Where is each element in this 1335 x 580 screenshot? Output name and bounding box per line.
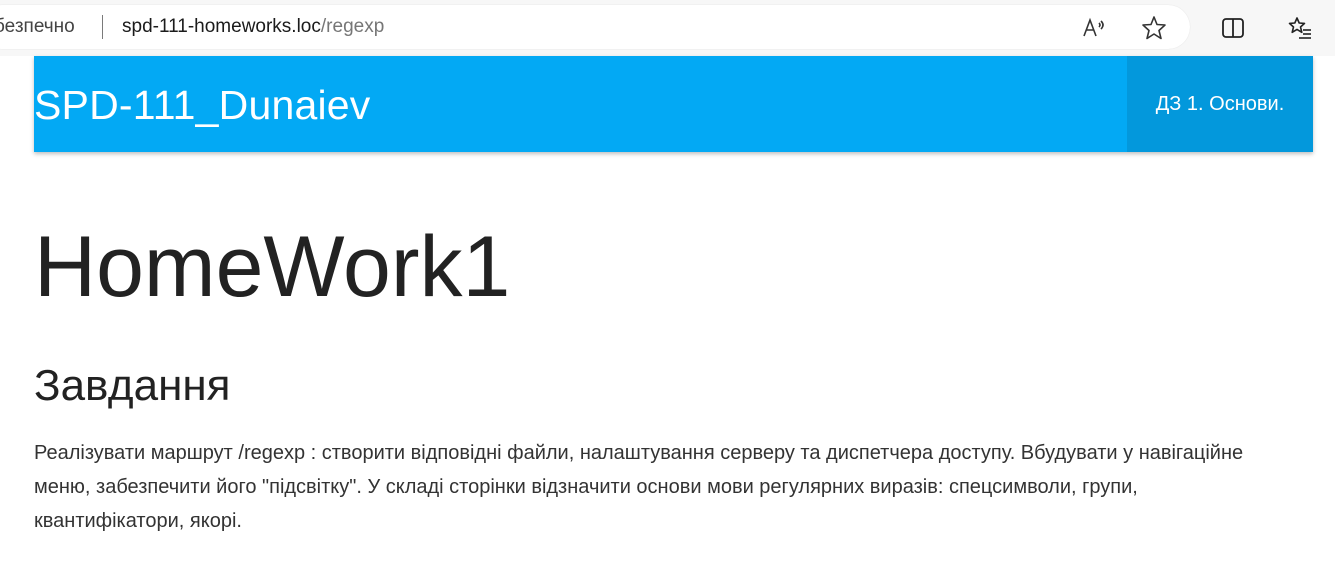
url-path: /regexp — [320, 16, 385, 37]
browser-toolbar: безпечно spd-111-homeworks.loc/regexp — [0, 0, 1335, 56]
favorites-list-icon[interactable] — [1286, 14, 1314, 42]
split-screen-icon[interactable] — [1219, 14, 1247, 42]
page-title: HomeWork1 — [34, 219, 511, 315]
site-navbar: SPD-111_Dunaiev ДЗ 1. Основи. — [34, 56, 1313, 152]
task-description: Реалізувати маршрут /regexp : створити в… — [34, 442, 1244, 532]
address-separator — [102, 15, 103, 39]
nav-item-homework1[interactable]: ДЗ 1. Основи. — [1127, 56, 1313, 152]
section-title: Завдання — [34, 361, 231, 410]
url-host: spd-111-homeworks.loc — [122, 16, 321, 37]
read-aloud-icon[interactable] — [1080, 14, 1108, 42]
favorite-star-icon[interactable] — [1140, 14, 1168, 42]
security-status-text[interactable]: безпечно — [0, 16, 75, 38]
url-text[interactable]: spd-111-homeworks.loc/regexp — [122, 16, 384, 38]
brand-logo-link[interactable]: SPD-111_Dunaiev — [34, 82, 371, 129]
